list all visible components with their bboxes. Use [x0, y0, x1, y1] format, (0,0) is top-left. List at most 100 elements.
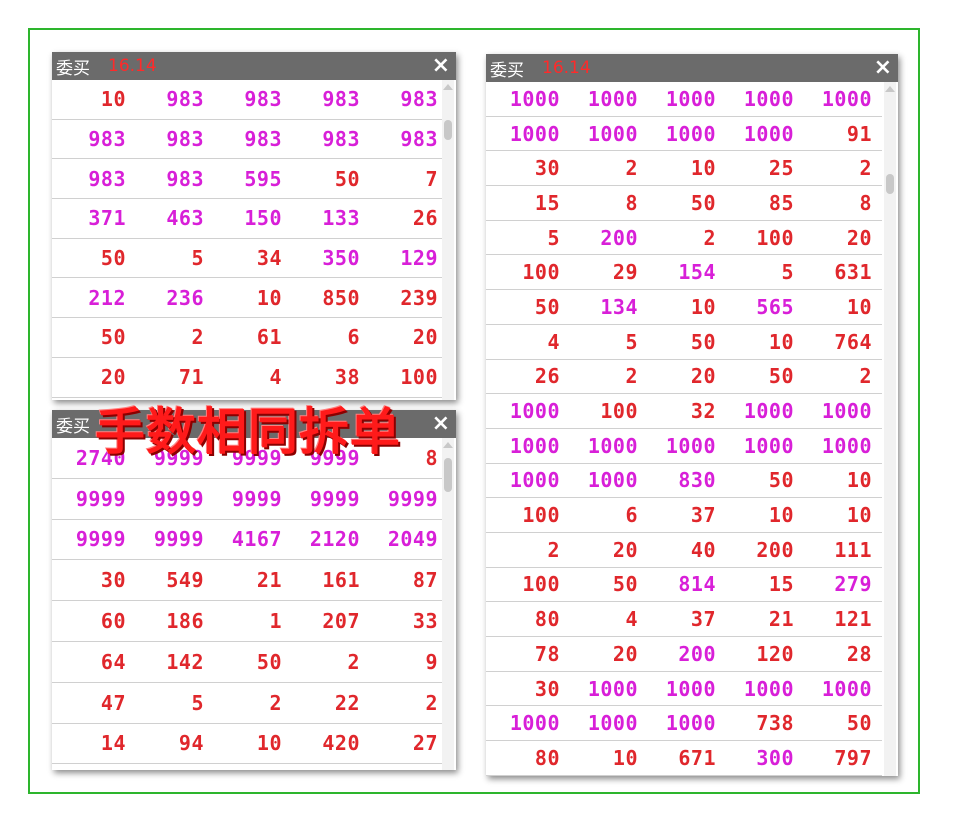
order-volume-cell: 6 — [347, 325, 360, 350]
order-volume-cell: 78 — [534, 641, 560, 666]
order-volume-cell: 350 — [322, 246, 360, 271]
scroll-thumb[interactable] — [444, 120, 452, 140]
order-volume-cell: 1000 — [587, 121, 638, 146]
order-volume-cell: 50 — [846, 711, 872, 736]
order-volume-cell: 71 — [178, 365, 204, 390]
order-volume-cell: 50 — [768, 468, 794, 493]
order-volume-cell: 20 — [846, 225, 872, 250]
order-volume-cell: 26 — [412, 206, 438, 231]
order-volume-cell: 30 — [100, 568, 126, 593]
order-volume-cell: 9999 — [231, 486, 282, 511]
order-volume-cell: 983 — [166, 127, 204, 152]
order-volume-cell: 134 — [600, 294, 638, 319]
order-row: 100 6 37 10 10 — [486, 498, 882, 533]
order-volume-cell: 20 — [690, 364, 716, 389]
order-volume-cell: 1000 — [821, 86, 872, 111]
order-row: 30 549 21 161 87 — [52, 560, 444, 602]
order-volume-cell: 9999 — [75, 527, 126, 552]
order-volume-cell: 38 — [334, 365, 360, 390]
price-label: 16.14 — [542, 58, 591, 78]
order-volume-cell: 21 — [256, 568, 282, 593]
order-row: 983 983 983 983 983 — [52, 120, 444, 160]
order-volume-cell: 200 — [756, 537, 794, 562]
order-volume-cell: 50 — [534, 294, 560, 319]
order-row: 9999 9999 4167 2120 2049 — [52, 520, 444, 561]
order-volume-cell: 1000 — [509, 86, 560, 111]
order-volume-cell: 983 — [244, 87, 282, 112]
scrollbar[interactable] — [884, 82, 896, 776]
order-volume-cell: 10 — [846, 294, 872, 319]
scroll-up-arrow-icon[interactable] — [885, 86, 895, 92]
order-volume-cell: 2 — [703, 225, 716, 250]
order-volume-cell: 1000 — [821, 399, 872, 424]
order-panel-bottom-left: 委买 × 2740 9999 9999 9999 8 9999 9999 9999 9999 99… — [52, 410, 456, 770]
order-volume-cell: 200 — [600, 225, 638, 250]
order-volume-cell: 371 — [88, 206, 126, 231]
order-volume-cell: 129 — [400, 246, 438, 271]
scrollbar[interactable] — [442, 80, 454, 400]
order-volume-cell: 830 — [678, 468, 716, 493]
order-volume-cell: 40 — [690, 537, 716, 562]
order-volume-cell: 100 — [522, 572, 560, 597]
order-row: 50 2 61 6 20 — [52, 318, 444, 358]
order-volume-cell: 21 — [768, 607, 794, 632]
close-icon[interactable]: × — [432, 53, 450, 79]
order-volume-cell: 5 — [191, 246, 204, 271]
order-volume-cell: 87 — [412, 568, 438, 593]
order-volume-cell: 850 — [322, 285, 360, 310]
close-icon[interactable]: × — [432, 411, 450, 437]
order-volume-cell: 100 — [756, 225, 794, 250]
order-volume-cell: 25 — [768, 156, 794, 181]
order-volume-cell: 10 — [768, 503, 794, 528]
order-volume-cell: 2 — [347, 649, 360, 674]
order-volume-cell: 1000 — [587, 468, 638, 493]
order-volume-cell: 983 — [244, 127, 282, 152]
order-volume-cell: 671 — [678, 745, 716, 770]
order-volume-cell: 1000 — [743, 121, 794, 146]
order-volume-cell: 8 — [625, 190, 638, 215]
scroll-up-arrow-icon[interactable] — [443, 84, 453, 90]
scroll-up-arrow-icon[interactable] — [443, 442, 453, 448]
close-icon[interactable]: × — [874, 55, 892, 81]
order-row: 47 5 2 22 2 — [52, 683, 444, 724]
order-volume-cell: 236 — [166, 285, 204, 310]
order-volume-cell: 983 — [88, 127, 126, 152]
order-volume-cell: 50 — [100, 325, 126, 350]
order-volume-cell: 121 — [834, 607, 872, 632]
order-volume-cell: 2 — [547, 537, 560, 562]
order-volume-cell: 100 — [522, 503, 560, 528]
order-row: 78 20 200 120 28 — [486, 637, 882, 672]
order-volume-cell: 9 — [425, 649, 438, 674]
order-volume-cell: 32 — [690, 399, 716, 424]
order-volume-cell: 10 — [768, 329, 794, 354]
price-label: 16.14 — [108, 56, 157, 76]
order-volume-cell: 1000 — [665, 711, 716, 736]
order-volume-cell: 10 — [846, 503, 872, 528]
order-volume-cell: 64 — [100, 649, 126, 674]
order-volume-cell: 1000 — [587, 86, 638, 111]
scrollbar[interactable] — [442, 438, 454, 770]
order-volume-cell: 764 — [834, 329, 872, 354]
order-volume-cell: 1000 — [509, 399, 560, 424]
order-volume-cell: 10 — [256, 285, 282, 310]
order-volume-cell: 37 — [690, 607, 716, 632]
order-row: 1000 100 32 1000 1000 — [486, 394, 882, 429]
scroll-thumb[interactable] — [886, 174, 894, 194]
order-volume-cell: 30 — [534, 676, 560, 701]
order-volume-cell: 200 — [678, 641, 716, 666]
order-row: 212 236 10 850 239 — [52, 278, 444, 319]
order-row: 1000 1000 1000 1000 91 — [486, 117, 882, 152]
order-row: 15 8 50 85 8 — [486, 186, 882, 221]
order-volume-cell: 212 — [88, 285, 126, 310]
order-row: 1000 1000 1000 738 50 — [486, 706, 882, 742]
scroll-thumb[interactable] — [444, 458, 452, 492]
order-volume-cell: 22 — [334, 690, 360, 715]
order-volume-cell: 983 — [322, 127, 360, 152]
order-volume-cell: 50 — [612, 572, 638, 597]
order-volume-cell: 28 — [846, 641, 872, 666]
order-volume-cell: 9999 — [309, 486, 360, 511]
order-volume-cell: 463 — [166, 206, 204, 231]
order-row: 983 983 595 50 7 — [52, 159, 444, 200]
order-volume-cell: 2120 — [309, 527, 360, 552]
order-volume-cell: 1000 — [821, 676, 872, 701]
